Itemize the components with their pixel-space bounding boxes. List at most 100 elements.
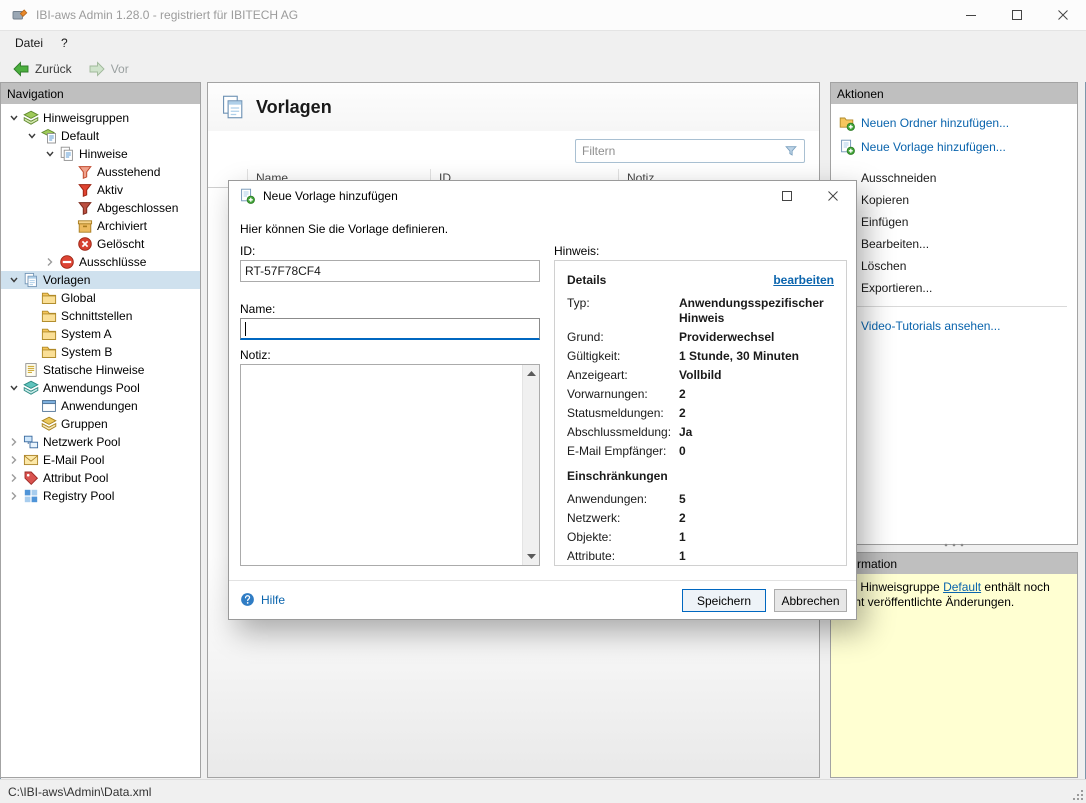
chevron-expanded-icon[interactable] [5,109,23,127]
cancel-button[interactable]: Abbrechen [774,589,847,612]
chevron-expanded-icon[interactable] [5,271,23,289]
action-exportieren[interactable]: Exportieren... [831,277,1077,299]
action-l-schen[interactable]: Löschen [831,255,1077,277]
splitter-grip[interactable] [830,543,1078,547]
chevron-expanded-icon[interactable] [41,145,59,163]
detail-row-value: Anwendungsspezifischer Hinweis [679,296,834,326]
tree-item-ausstehend[interactable]: Ausstehend [1,163,200,181]
chevron-spacer [5,361,23,379]
notiz-scrollbar[interactable] [522,365,539,565]
titlebar: IBI-aws Admin 1.28.0 - registriert für I… [0,0,1086,31]
action-item-label: Löschen [861,259,906,273]
action-bearbeiten[interactable]: Bearbeiten... [831,233,1077,255]
tree-item-hinweisgruppen[interactable]: Hinweisgruppen [1,109,200,127]
edit-details-link[interactable]: bearbeiten [773,273,834,287]
exclusions-icon [59,254,75,270]
restrictions-title: Einschränkungen [567,469,834,483]
chevron-collapsed-icon[interactable] [5,433,23,451]
save-button[interactable]: Speichern [682,589,766,612]
detail-row-value: 5 [679,492,834,507]
network-pool-icon [23,434,39,450]
notiz-textarea[interactable] [240,364,540,566]
chevron-spacer [23,289,41,307]
minimize-button[interactable] [948,0,994,31]
archived-icon [77,218,93,234]
action-neuen-ordner-hinzuf-gen[interactable]: Neuen Ordner hinzufügen... [831,111,1077,135]
tree-item-gruppen[interactable]: Gruppen [1,415,200,433]
name-input[interactable] [240,318,540,340]
tree-item-registry-pool[interactable]: Registry Pool [1,487,200,505]
dialog-maximize-button[interactable] [764,181,810,211]
tree-item-system-b[interactable]: System B [1,343,200,361]
tree-item-attribut-pool[interactable]: Attribut Pool [1,469,200,487]
detail-row-label: Vorwarnungen: [567,387,679,402]
filter-box [575,139,805,163]
menu-item-item[interactable]: ? [52,33,77,53]
tree-item-statische-hinweise[interactable]: Statische Hinweise [1,361,200,379]
tree-item-label: Anwendungs Pool [43,381,140,395]
chevron-spacer [59,181,77,199]
resize-grip[interactable] [1071,788,1084,801]
tree-item-archiviert[interactable]: Archiviert [1,217,200,235]
folder-icon [41,326,57,342]
action-ausschneiden[interactable]: Ausschneiden [831,167,1077,189]
menu-item-datei[interactable]: Datei [6,33,52,53]
tree-item-hinweise[interactable]: Hinweise [1,145,200,163]
filter-input[interactable] [576,144,784,158]
action-kopieren[interactable]: Kopieren [831,189,1077,211]
dialog-close-button[interactable] [810,181,856,211]
tree-item-label: Schnittstellen [61,309,132,323]
tree-item-netzwerk-pool[interactable]: Netzwerk Pool [1,433,200,451]
tree-item-e-mail-pool[interactable]: E-Mail Pool [1,451,200,469]
hint-groups-icon [23,110,39,126]
details-head: Details bearbeiten [567,273,834,287]
detail-row-label: Statusmeldungen: [567,406,679,421]
back-button[interactable]: Zurück [5,59,79,79]
tree-item-gel-scht[interactable]: Gelöscht [1,235,200,253]
action-item-label: Ausschneiden [861,171,936,185]
maximize-button[interactable] [994,0,1040,31]
close-button[interactable] [1040,0,1086,31]
id-input[interactable] [240,260,540,282]
chevron-collapsed-icon[interactable] [5,451,23,469]
tree-item-abgeschlossen[interactable]: Abgeschlossen [1,199,200,217]
back-arrow-icon [12,61,30,77]
tree-item-global[interactable]: Global [1,289,200,307]
tree-item-system-a[interactable]: System A [1,325,200,343]
tree-item-anwendungen[interactable]: Anwendungen [1,397,200,415]
tree-item-schnittstellen[interactable]: Schnittstellen [1,307,200,325]
detail-row-netzwerk: Netzwerk:2 [567,511,834,526]
filter-completed-icon [77,200,93,216]
scroll-down-button[interactable] [523,548,540,565]
forward-button[interactable]: Vor [81,59,136,79]
chevron-spacer [23,307,41,325]
help-link[interactable]: Hilfe [240,592,285,607]
chevron-expanded-icon[interactable] [23,127,41,145]
tree-item-label: Registry Pool [43,489,114,503]
filter-icon[interactable] [784,144,798,158]
folder-icon [41,344,57,360]
tree-item-aktiv[interactable]: Aktiv [1,181,200,199]
detail-row-label: Gültigkeit: [567,349,679,364]
menu-item-label: ? [61,36,68,50]
tree-item-ausschl-sse[interactable]: Ausschlüsse [1,253,200,271]
restrictions-rows: Anwendungen:5Netzwerk:2Objekte:1Attribut… [567,492,834,564]
tree-item-default[interactable]: Default [1,127,200,145]
close-icon [1058,10,1068,20]
chevron-collapsed-icon[interactable] [41,253,59,271]
action-einf-gen[interactable]: Einfügen [831,211,1077,233]
scroll-up-button[interactable] [523,365,540,382]
tree-item-anwendungs-pool[interactable]: Anwendungs Pool [1,379,200,397]
chevron-collapsed-icon[interactable] [5,469,23,487]
action-video-tutorials-ansehen[interactable]: Video-Tutorials ansehen... [831,314,1077,338]
tree-item-vorlagen[interactable]: Vorlagen [1,271,200,289]
scroll-down-icon [527,554,536,559]
tree-item-label: Statische Hinweise [43,363,144,377]
action-neue-vorlage-hinzuf-gen[interactable]: Neue Vorlage hinzufügen... [831,135,1077,159]
chevron-collapsed-icon[interactable] [5,487,23,505]
detail-row-label: Grund: [567,330,679,345]
default-group-link[interactable]: Default [943,580,981,594]
status-path: C:\IBI-aws\Admin\Data.xml [8,785,151,799]
detail-row-label: Anwendungen: [567,492,679,507]
chevron-expanded-icon[interactable] [5,379,23,397]
